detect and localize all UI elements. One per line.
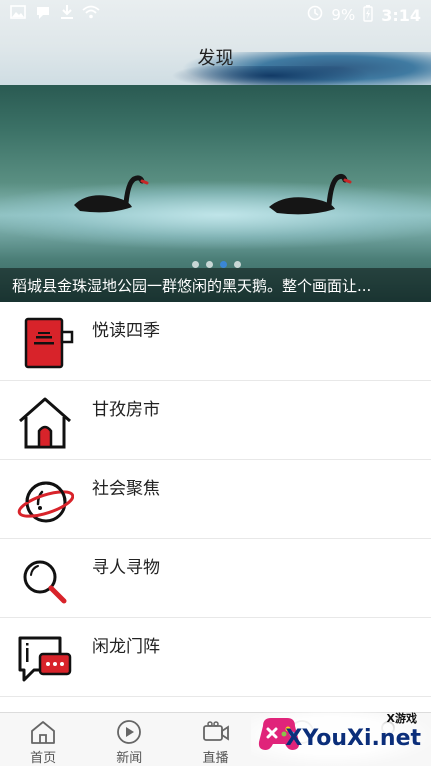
swan-right	[269, 173, 352, 215]
discover-list: 悦读四季 甘孜房市 社会聚焦 寻人寻物 闲龙门阵	[0, 302, 431, 737]
watermark-small-text: X游戏	[386, 712, 417, 725]
status-right: 9% 3:14	[307, 4, 421, 26]
banner-image-water	[0, 180, 431, 250]
chat-icon	[18, 636, 72, 682]
status-left	[10, 4, 100, 24]
status-bar: 9% 3:14	[0, 0, 431, 30]
tab-label: 首页	[30, 751, 57, 766]
magnifier-icon	[23, 560, 67, 604]
banner-caption-bar: 稻城县金珠湿地公园一群悠闲的黑天鹅。整个画面让...	[0, 268, 431, 302]
wifi-icon	[82, 5, 100, 23]
list-item-label: 闲龙门阵	[92, 637, 160, 657]
notification-icon	[34, 4, 52, 24]
carousel-dot[interactable]	[192, 261, 199, 268]
house-icon	[19, 397, 71, 449]
tab-home[interactable]: 首页	[0, 713, 86, 766]
watermark: X游戏 XYouXi.net	[251, 700, 431, 766]
tab-news[interactable]: 新闻	[86, 713, 172, 766]
page-title: 发现	[197, 48, 234, 69]
header: 9% 3:14 发现	[0, 0, 431, 85]
carousel-dot[interactable]	[206, 261, 213, 268]
carousel-dot[interactable]	[234, 261, 241, 268]
banner-caption[interactable]: 稻城县金珠湿地公园一群悠闲的黑天鹅。整个画面让...	[12, 275, 417, 296]
clock-icon	[307, 5, 323, 25]
list-item-lost-found[interactable]: 寻人寻物	[0, 539, 431, 618]
carousel-dot-active[interactable]	[220, 261, 227, 268]
watermark-text: XYouXi.net	[285, 726, 421, 751]
list-item-housing[interactable]: 甘孜房市	[0, 381, 431, 460]
list-item-label: 甘孜房市	[92, 400, 160, 420]
carousel-indicator[interactable]	[192, 261, 241, 268]
download-icon	[60, 4, 74, 24]
battery-level: 9%	[331, 6, 356, 24]
list-item-label: 悦读四季	[92, 321, 160, 341]
status-time: 3:14	[381, 5, 421, 25]
battery-icon	[363, 4, 373, 26]
banner-carousel[interactable]: 稻城县金珠湿地公园一群悠闲的黑天鹅。整个画面让...	[0, 85, 431, 302]
list-item-reading[interactable]: 悦读四季	[0, 302, 431, 381]
swan-left	[74, 175, 149, 213]
tab-label: 直播	[202, 751, 229, 766]
planet-icon	[17, 481, 74, 523]
list-item-label: 寻人寻物	[92, 558, 160, 578]
tab-label: 新闻	[116, 751, 143, 766]
book-icon	[24, 317, 74, 369]
video-icon	[202, 721, 229, 741]
tab-live[interactable]: 直播	[172, 713, 258, 766]
home-icon	[31, 721, 55, 744]
image-icon	[10, 5, 26, 23]
list-item-chat[interactable]: 闲龙门阵	[0, 618, 431, 697]
play-icon	[117, 720, 142, 744]
list-item-society[interactable]: 社会聚焦	[0, 460, 431, 539]
list-item-label: 社会聚焦	[92, 479, 160, 499]
